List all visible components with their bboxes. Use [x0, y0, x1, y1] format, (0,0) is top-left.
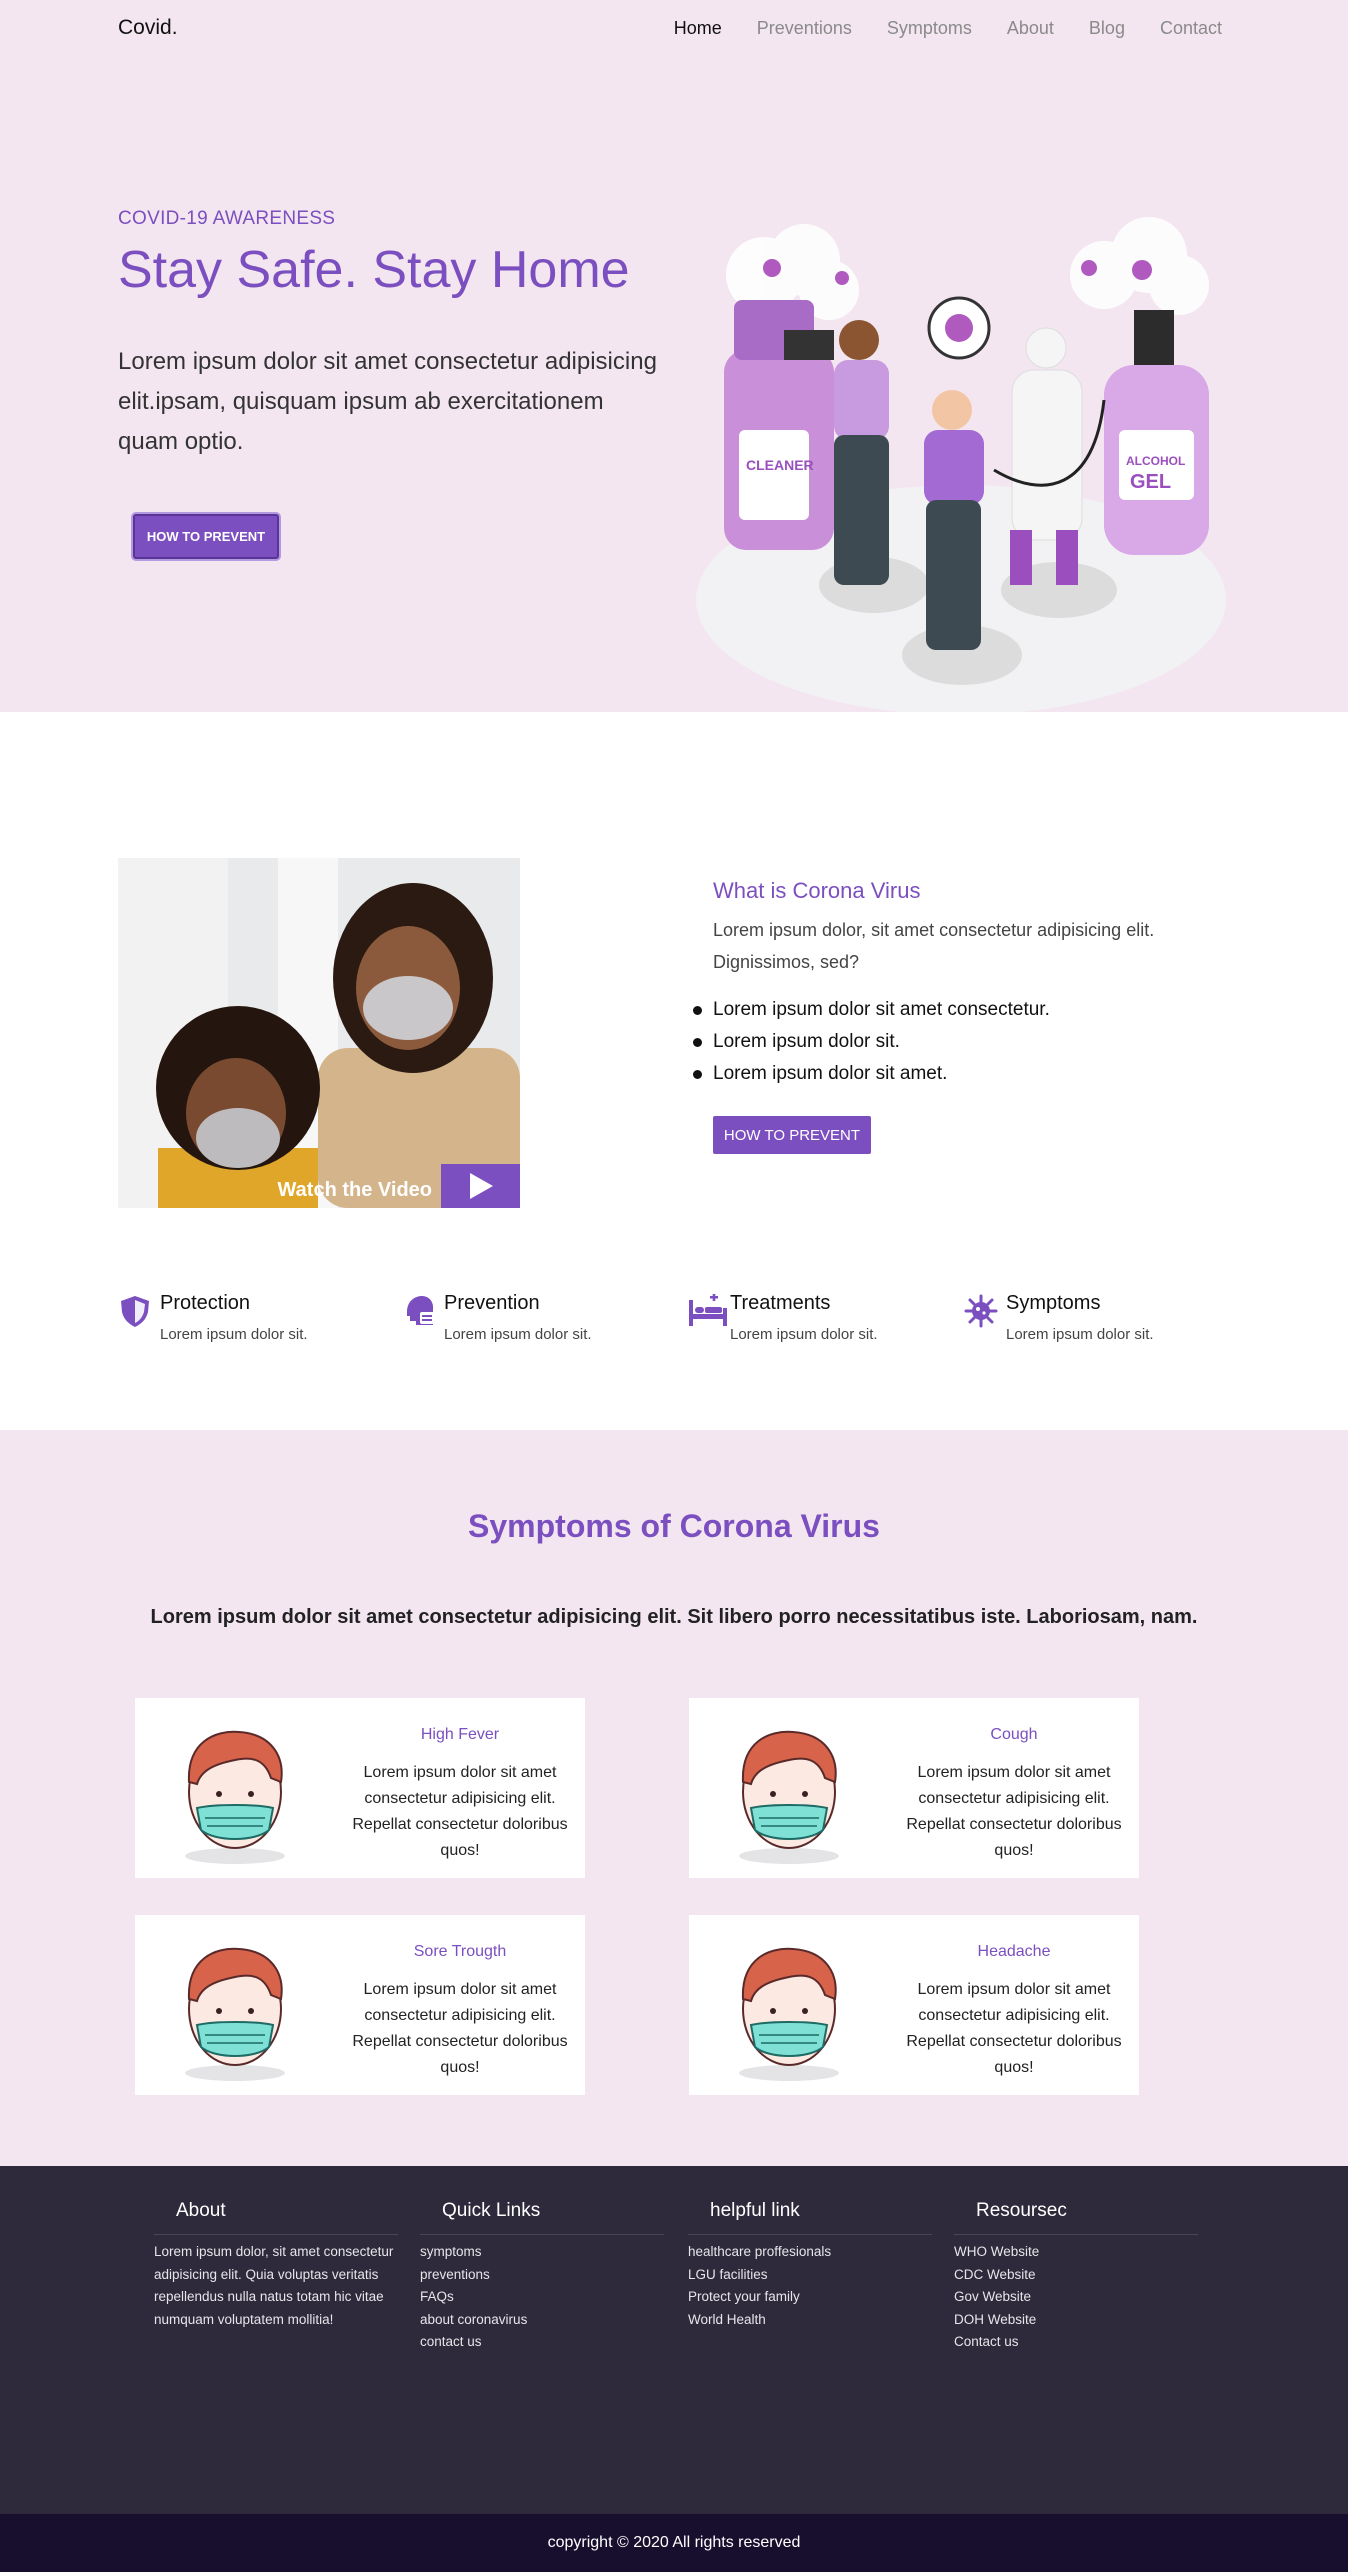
children-in-masks-photo — [118, 858, 520, 1208]
masked-face-icon — [739, 1730, 839, 1864]
masked-face-icon — [185, 1947, 285, 2081]
feature-text: Lorem ipsum dolor sit. — [1006, 1326, 1154, 1343]
nav-link-home[interactable]: Home — [674, 18, 722, 39]
hero-eyebrow: COVID-19 AWARENESS — [118, 208, 336, 229]
feature-text: Lorem ipsum dolor sit. — [444, 1326, 592, 1343]
about-section: Watch the Video What is Corona Virus Lor… — [0, 712, 1348, 1430]
footer-link[interactable]: FAQs — [420, 2286, 664, 2309]
virus-icon — [964, 1294, 998, 1328]
symptom-card-sore-throat: Sore Trougth Lorem ipsum dolor sit amet … — [135, 1915, 585, 2095]
play-button[interactable] — [441, 1164, 520, 1208]
footer-link[interactable]: Gov Website — [954, 2286, 1198, 2309]
footer-heading: About — [154, 2200, 398, 2235]
symptom-title: Cough — [990, 1726, 1038, 1743]
hero-illustration: CLEANER ALCOHOL GEL — [696, 217, 1226, 712]
footer-link[interactable]: DOH Website — [954, 2309, 1198, 2332]
top-nav: Covid. Home Preventions Symptoms About B… — [0, 0, 1348, 58]
list-item: Lorem ipsum dolor sit. — [693, 1026, 1050, 1058]
footer-about: About Lorem ipsum dolor, sit amet consec… — [154, 2200, 398, 2331]
nav-link-preventions[interactable]: Preventions — [757, 18, 852, 39]
masked-face-icon — [185, 1730, 285, 1864]
symptoms-subtitle: Lorem ipsum dolor sit amet consectetur a… — [150, 1606, 1198, 1628]
nav-link-symptoms[interactable]: Symptoms — [887, 18, 972, 39]
hero-title: Stay Safe. Stay Home — [118, 241, 630, 299]
mask-head-icon — [407, 1296, 434, 1325]
feature-title: Protection — [160, 1292, 251, 1314]
watch-video-label[interactable]: Watch the Video — [278, 1179, 432, 1202]
about-list: Lorem ipsum dolor sit amet consectetur. … — [693, 994, 1050, 1090]
footer-link[interactable]: about coronavirus — [420, 2309, 664, 2332]
masked-face-icon — [739, 1947, 839, 2081]
play-icon — [469, 1173, 493, 1199]
symptom-card-headache: Headache Lorem ipsum dolor sit amet cons… — [689, 1915, 1139, 2095]
cleaner-label: CLEANER — [746, 457, 814, 473]
symptoms-section: Symptoms of Corona Virus Lorem ipsum dol… — [0, 1430, 1348, 2166]
nav-link-contact[interactable]: Contact — [1160, 18, 1222, 39]
gel-label: GEL — [1130, 471, 1171, 493]
symptom-title: Sore Trougth — [413, 1943, 507, 1960]
video-cta: Watch the Video — [118, 1162, 520, 1208]
feature-title: Treatments — [730, 1292, 831, 1314]
footer-link[interactable]: preventions — [420, 2264, 664, 2287]
copyright-text: copyright © 2020 All rights reserved — [547, 2534, 801, 2551]
symptoms-title: Symptoms of Corona Virus — [468, 1508, 880, 1544]
footer-link[interactable]: contact us — [420, 2331, 664, 2354]
how-to-prevent-button-secondary[interactable]: HOW TO PREVENT — [713, 1116, 871, 1154]
footer-link[interactable]: CDC Website — [954, 2264, 1198, 2287]
nav-link-blog[interactable]: Blog — [1089, 18, 1125, 39]
footer-heading: Quick Links — [420, 2200, 664, 2235]
symptom-text: Lorem ipsum dolor sit amet consectetur a… — [352, 1981, 568, 2076]
feature-text: Lorem ipsum dolor sit. — [160, 1326, 308, 1343]
footer-resources: Resoursec WHO Website CDC Website Gov We… — [954, 2200, 1198, 2354]
nav-link-about[interactable]: About — [1007, 18, 1054, 39]
video-thumbnail[interactable]: Watch the Video — [118, 858, 520, 1208]
symptom-card-cough: Cough Lorem ipsum dolor sit amet consect… — [689, 1698, 1139, 1878]
footer-link[interactable]: Contact us — [954, 2331, 1198, 2354]
footer-link[interactable]: WHO Website — [954, 2241, 1198, 2264]
hero-text: Lorem ipsum dolor sit amet consectetur a… — [118, 348, 657, 455]
list-item: Lorem ipsum dolor sit amet. — [693, 1058, 1050, 1090]
how-to-prevent-button[interactable]: HOW TO PREVENT — [133, 514, 279, 559]
hospital-bed-icon — [689, 1294, 727, 1326]
symptom-title: Headache — [977, 1943, 1051, 1960]
footer-link[interactable]: World Health — [688, 2309, 932, 2332]
alcohol-label: ALCOHOL — [1126, 454, 1185, 468]
symptom-card-fever: High Fever Lorem ipsum dolor sit amet co… — [135, 1698, 585, 1878]
nav-links: Home Preventions Symptoms About Blog Con… — [674, 18, 1222, 39]
feature-text: Lorem ipsum dolor sit. — [730, 1326, 878, 1343]
footer-link[interactable]: Protect your family — [688, 2286, 932, 2309]
copyright-bar: copyright © 2020 All rights reserved — [0, 2514, 1348, 2572]
features-row: Protection Lorem ipsum dolor sit. Preven… — [118, 1292, 1238, 1352]
footer-link[interactable]: healthcare proffesionals — [688, 2241, 932, 2264]
feature-title: Symptoms — [1006, 1292, 1101, 1314]
footer-helpful-links: helpful link healthcare proffesionals LG… — [688, 2200, 932, 2331]
footer-heading: Resoursec — [954, 2200, 1198, 2235]
about-text: Lorem ipsum dolor, sit amet consectetur … — [713, 920, 1155, 972]
symptom-text: Lorem ipsum dolor sit amet consectetur a… — [906, 1981, 1122, 2076]
hero-section: Covid. Home Preventions Symptoms About B… — [0, 0, 1348, 712]
symptom-title: High Fever — [420, 1726, 500, 1743]
shield-icon — [121, 1296, 149, 1327]
feature-title: Prevention — [444, 1292, 540, 1314]
footer-about-text: Lorem ipsum dolor, sit amet consectetur … — [154, 2244, 394, 2327]
footer-link[interactable]: LGU facilities — [688, 2264, 932, 2287]
footer-link[interactable]: symptoms — [420, 2241, 664, 2264]
about-title: What is Corona Virus — [713, 878, 921, 903]
footer: About Lorem ipsum dolor, sit amet consec… — [0, 2166, 1348, 2514]
symptom-text: Lorem ipsum dolor sit amet consectetur a… — [906, 1764, 1122, 1859]
symptom-text: Lorem ipsum dolor sit amet consectetur a… — [352, 1764, 568, 1859]
brand-logo[interactable]: Covid. — [118, 16, 178, 40]
footer-quick-links: Quick Links symptoms preventions FAQs ab… — [420, 2200, 664, 2354]
footer-heading: helpful link — [688, 2200, 932, 2235]
list-item: Lorem ipsum dolor sit amet consectetur. — [693, 994, 1050, 1026]
